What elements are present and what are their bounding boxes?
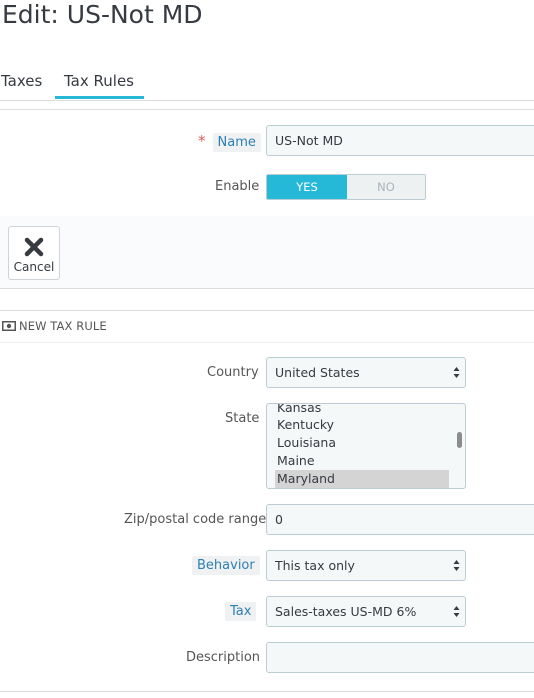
tax-select[interactable]: Sales-taxes US-MD 6% — [266, 596, 466, 627]
tab-bar: Taxes Tax Rules — [0, 68, 534, 101]
tax-value: Sales-taxes US-MD 6% — [275, 604, 417, 619]
enable-switch[interactable]: YES NO — [266, 174, 426, 200]
active-tab-indicator — [55, 96, 144, 99]
select-arrows-icon — [453, 560, 460, 571]
select-arrows-icon — [453, 606, 460, 617]
tax-label: Tax — [225, 602, 257, 621]
description-label: Description — [186, 650, 261, 665]
enable-label: Enable — [215, 179, 260, 194]
tax-field-label: Tax — [225, 602, 257, 621]
behavior-field-label: Behavior — [192, 556, 260, 575]
state-label: State — [225, 411, 260, 426]
close-icon — [24, 237, 44, 257]
country-select[interactable]: United States — [266, 357, 466, 388]
panel-title: NEW TAX RULE — [19, 319, 107, 333]
tab-taxes[interactable]: Taxes — [1, 72, 42, 90]
country-value: United States — [275, 365, 360, 380]
page-title: Edit: US-Not MD — [2, 0, 203, 29]
cancel-button[interactable]: Cancel — [8, 226, 60, 280]
form-footer: Cancel — [0, 216, 534, 289]
required-marker: * — [198, 132, 206, 150]
tab-tax-rules[interactable]: Tax Rules — [64, 72, 134, 90]
state-listbox[interactable]: Kansas Kentucky Louisiana Maine Maryland — [266, 403, 466, 489]
select-arrows-icon — [453, 367, 460, 378]
state-option-selected[interactable]: Maryland — [275, 470, 449, 488]
state-option[interactable]: Maine — [277, 452, 447, 470]
enable-yes-option[interactable]: YES — [267, 175, 347, 199]
description-field[interactable] — [266, 642, 534, 673]
enable-no-option[interactable]: NO — [347, 175, 425, 199]
behavior-label: Behavior — [192, 556, 260, 575]
name-field[interactable]: US-Not MD — [266, 125, 534, 156]
name-label: Name — [212, 133, 261, 152]
money-icon — [2, 321, 16, 331]
zip-field[interactable]: 0 — [266, 504, 534, 535]
cancel-label: Cancel — [13, 260, 55, 274]
behavior-select[interactable]: This tax only — [266, 550, 466, 581]
panel-header: NEW TAX RULE — [0, 311, 534, 343]
country-label: Country — [207, 365, 259, 380]
behavior-value: This tax only — [275, 558, 355, 573]
listbox-scrollbar[interactable] — [457, 432, 462, 448]
state-option[interactable]: Kansas — [277, 404, 447, 417]
zip-label: Zip/postal code range — [124, 512, 267, 527]
state-option[interactable]: Louisiana — [277, 434, 447, 452]
name-field-label: * Name — [198, 132, 261, 152]
state-option[interactable]: Kentucky — [277, 416, 447, 434]
